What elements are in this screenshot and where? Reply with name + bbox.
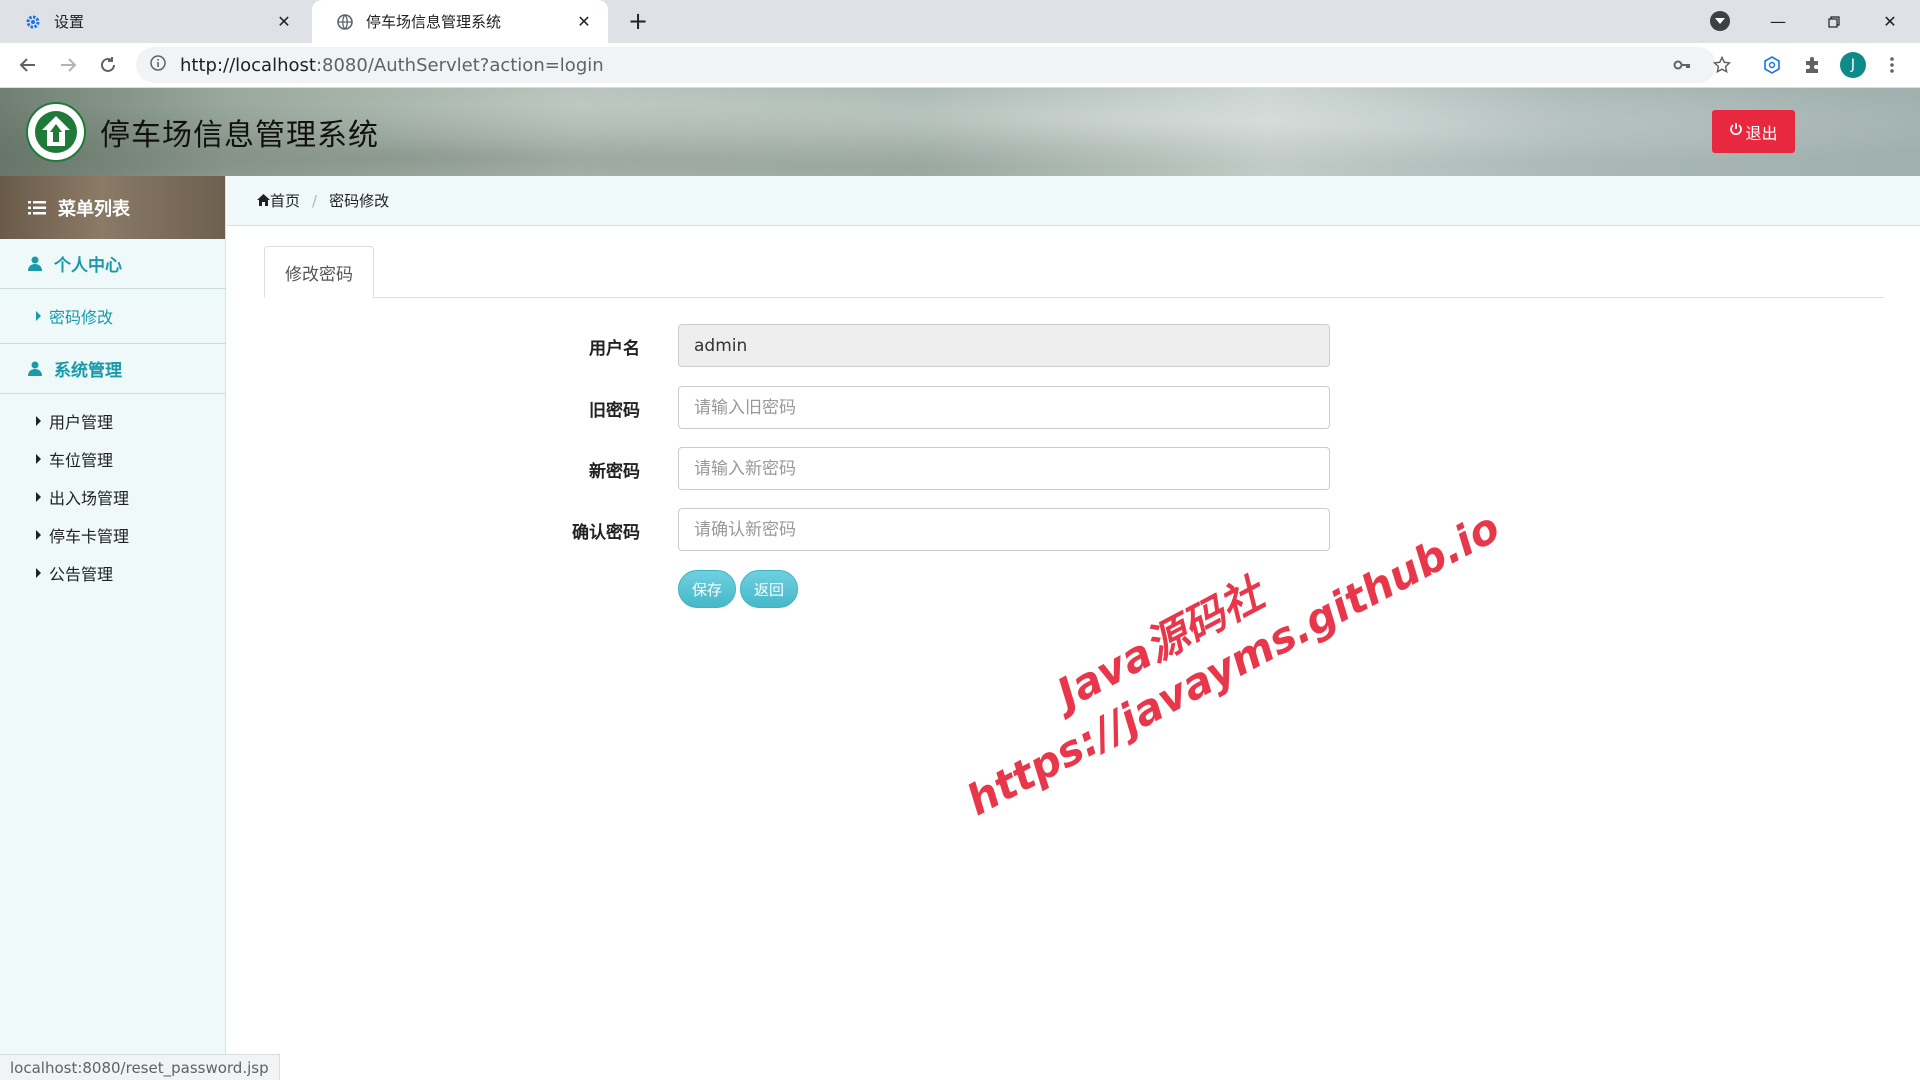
power-icon: [1729, 122, 1743, 141]
tab-change-password[interactable]: 修改密码: [264, 246, 374, 298]
caret-right-icon: [36, 568, 41, 578]
tab-search-chevron-icon[interactable]: [1710, 11, 1730, 31]
browser-tab-title: 停车场信息管理系统: [366, 13, 502, 31]
sidebar-group-personal-center[interactable]: 个人中心: [0, 239, 225, 289]
confirm-password-label: 确认密码: [572, 522, 640, 543]
breadcrumb-home-link[interactable]: 首页: [270, 190, 300, 211]
key-icon[interactable]: [1666, 49, 1698, 81]
browser-toolbar: http://localhost:8080/AuthServlet?action…: [0, 43, 1920, 88]
browser-tab-settings[interactable]: 设置 ✕: [0, 0, 308, 43]
form-row-confirm-password: 确认密码: [540, 508, 1340, 552]
sidebar-item-label: 停车卡管理: [49, 527, 130, 546]
new-password-label: 新密码: [589, 461, 640, 482]
minimize-icon[interactable]: —: [1750, 0, 1806, 43]
group-title: 系统管理: [54, 361, 122, 381]
submenu-system-management: 用户管理 车位管理 出入场管理 停车卡管理 公告管理: [0, 394, 225, 600]
browser-tabstrip: 设置 ✕ 停车场信息管理系统 ✕ + — ✕: [0, 0, 1920, 43]
form-row-username: 用户名: [540, 324, 1340, 368]
form-row-actions: 保存 返回: [540, 570, 1340, 614]
old-password-field[interactable]: [678, 386, 1330, 429]
caret-right-icon: [36, 530, 41, 540]
form-row-new-password: 新密码: [540, 447, 1340, 491]
sidebar-item-announcement-management[interactable]: 公告管理: [0, 554, 225, 592]
tab-divider: [264, 297, 1884, 298]
info-icon[interactable]: [150, 55, 166, 75]
back-button[interactable]: 返回: [740, 570, 798, 608]
caret-right-icon: [36, 311, 41, 321]
close-icon[interactable]: ✕: [274, 12, 294, 31]
status-bar-url: localhost:8080/reset_password.jsp: [0, 1054, 280, 1080]
sidebar-item-parking-card-management[interactable]: 停车卡管理: [0, 516, 225, 554]
sidebar-item-label: 公告管理: [49, 565, 114, 584]
username-label: 用户名: [589, 338, 640, 359]
forward-arrow-icon[interactable]: [52, 49, 84, 81]
caret-right-icon: [36, 454, 41, 464]
sidebar-item-label: 出入场管理: [49, 489, 130, 508]
site-header: 停车场信息管理系统 退出: [0, 88, 1920, 176]
address-bar[interactable]: http://localhost:8080/AuthServlet?action…: [136, 47, 1716, 83]
sidebar-item-user-management[interactable]: 用户管理: [0, 402, 225, 440]
user-icon: [28, 361, 42, 376]
sidebar-item-label: 车位管理: [49, 451, 114, 470]
confirm-password-field[interactable]: [678, 508, 1330, 551]
menu-title: 菜单列表: [58, 198, 130, 220]
browser-tab-title: 设置: [54, 13, 85, 31]
sidebar-item-change-password[interactable]: 密码修改: [0, 297, 225, 335]
home-icon: [257, 192, 270, 210]
user-icon: [28, 256, 42, 271]
menu-header: 菜单列表: [0, 176, 225, 239]
gear-icon: [24, 13, 42, 31]
sidebar: 菜单列表 个人中心 密码修改 系统管理 用户管理 车位管理 出入场管理 停车卡管…: [0, 176, 226, 1080]
system-title: 停车场信息管理系统: [100, 118, 379, 153]
breadcrumb: 首页 / 密码修改: [227, 176, 1920, 226]
kebab-menu-icon[interactable]: [1876, 49, 1908, 81]
breadcrumb-current: 密码修改: [329, 192, 390, 210]
window-close-icon[interactable]: ✕: [1862, 0, 1918, 43]
back-arrow-icon[interactable]: [12, 49, 44, 81]
new-tab-plus-icon[interactable]: +: [624, 7, 652, 35]
sidebar-item-parking-space-management[interactable]: 车位管理: [0, 440, 225, 478]
sidebar-item-entry-exit-management[interactable]: 出入场管理: [0, 478, 225, 516]
breadcrumb-separator: /: [312, 191, 318, 210]
close-icon[interactable]: ✕: [574, 12, 594, 31]
caret-right-icon: [36, 416, 41, 426]
bookmark-star-icon[interactable]: [1706, 49, 1738, 81]
sidebar-item-label: 用户管理: [49, 413, 114, 432]
url-path: :8080/AuthServlet?action=login: [315, 54, 604, 76]
puzzle-extensions-icon[interactable]: [1796, 49, 1828, 81]
browser-tab-parking[interactable]: 停车场信息管理系统 ✕: [312, 0, 608, 43]
sidebar-item-label: 密码修改: [49, 308, 114, 327]
extension-hexagon-icon[interactable]: [1756, 49, 1788, 81]
profile-avatar[interactable]: J: [1840, 52, 1866, 78]
watermark: Java源码社 https://javayms.github.io: [930, 448, 1508, 825]
reload-icon[interactable]: [92, 49, 124, 81]
old-password-label: 旧密码: [589, 400, 640, 421]
new-password-field[interactable]: [678, 447, 1330, 490]
logout-button[interactable]: 退出: [1712, 110, 1795, 153]
url-text: http://localhost:8080/AuthServlet?action…: [180, 55, 604, 76]
sidebar-group-system-management[interactable]: 系统管理: [0, 344, 225, 394]
username-field[interactable]: [678, 324, 1330, 367]
url-host: http://localhost: [180, 54, 316, 76]
restore-icon[interactable]: [1806, 0, 1862, 43]
globe-icon: [336, 13, 354, 31]
submenu-personal-center: 密码修改: [0, 289, 225, 344]
web-page: 停车场信息管理系统 退出 菜单列表 个人中心 密码修改 系统管理 用户管理 车位…: [0, 88, 1920, 1080]
list-icon: [28, 200, 46, 215]
caret-right-icon: [36, 492, 41, 502]
save-button[interactable]: 保存: [678, 570, 736, 608]
university-logo-icon: [26, 102, 86, 162]
logout-label: 退出: [1745, 125, 1778, 143]
form-row-old-password: 旧密码: [540, 386, 1340, 430]
group-title: 个人中心: [54, 256, 122, 276]
